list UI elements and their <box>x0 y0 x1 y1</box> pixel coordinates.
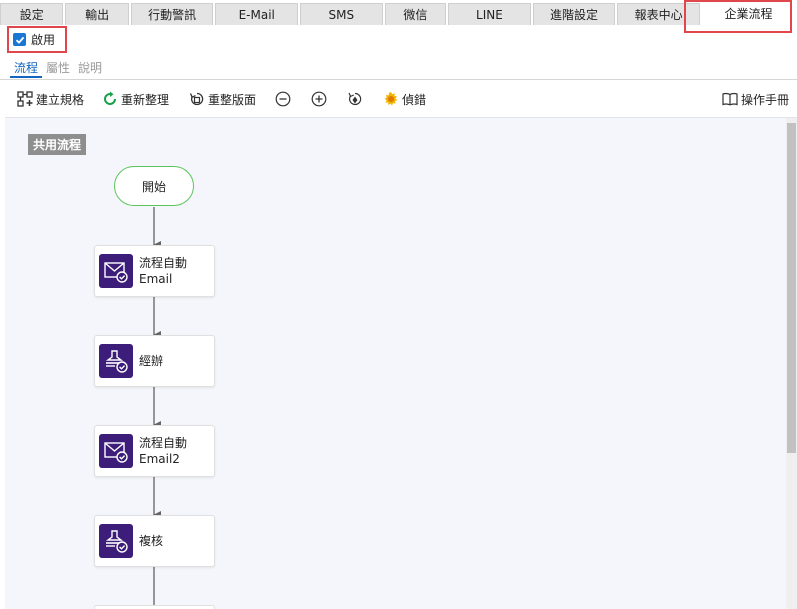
tab-wechat[interactable]: 微信 <box>384 3 447 25</box>
subtab-flow[interactable]: 流程 <box>10 58 43 78</box>
manual-label: 操作手冊 <box>740 92 789 107</box>
fit-view-button[interactable] <box>347 87 363 111</box>
swimlane-label: 共用流程 <box>28 134 87 155</box>
tab-sms[interactable]: SMS <box>300 3 383 25</box>
reorganize-label: 重新整理 <box>121 92 170 107</box>
bug-icon <box>384 92 398 106</box>
subtab-divider <box>0 79 797 80</box>
active-tab-highlight <box>684 0 792 33</box>
reset-layout-label: 重整版面 <box>208 92 257 107</box>
book-icon <box>722 92 738 106</box>
create-rule-label: 建立規格 <box>36 92 85 107</box>
layout-reset-icon <box>189 92 204 106</box>
node-title: 流程自動 <box>139 436 188 450</box>
top-tab-bar: 設定 輸出 行動警訊 E-Mail SMS 微信 LINE 進階設定 報表中心 … <box>0 0 797 26</box>
zoom-in-icon <box>311 91 327 107</box>
enable-checkbox[interactable] <box>13 33 26 46</box>
manual-button[interactable]: 操作手冊 <box>722 87 789 111</box>
node-title: 複核 <box>139 534 164 548</box>
subtab-description[interactable]: 說明 <box>74 58 106 78</box>
debug-label: 偵錯 <box>402 92 427 107</box>
fit-view-icon <box>348 92 362 106</box>
debug-button[interactable]: 偵錯 <box>383 87 426 111</box>
flow-canvas[interactable]: 共用流程 開始 流程自動 Email 經辦 流程自動 Email2 複核 <box>5 117 797 609</box>
node-title: 經辦 <box>139 354 164 368</box>
checkmark-icon <box>15 36 24 44</box>
flow-node-auto-email2[interactable]: 流程自動 Email2 <box>94 425 215 477</box>
tab-advanced[interactable]: 進階設定 <box>532 3 616 25</box>
stamp-check-icon <box>99 524 133 558</box>
tab-settings[interactable]: 設定 <box>0 3 64 25</box>
reorganize-button[interactable]: 重新整理 <box>102 87 169 111</box>
node-title: 流程自動 <box>139 256 188 270</box>
stamp-check-icon <box>99 344 133 378</box>
flow-node-partial[interactable] <box>94 605 215 609</box>
tab-output[interactable]: 輸出 <box>65 3 129 25</box>
subtab-properties[interactable]: 屬性 <box>42 58 74 78</box>
zoom-out-icon <box>275 91 291 107</box>
email-check-icon <box>99 254 133 288</box>
tab-mobile-alert[interactable]: 行動警訊 <box>130 3 214 25</box>
reset-layout-button[interactable]: 重整版面 <box>189 87 256 111</box>
email-check-icon <box>99 434 133 468</box>
tab-email[interactable]: E-Mail <box>215 3 299 25</box>
vertical-scrollbar[interactable] <box>786 118 797 609</box>
node-subtitle: Email2 <box>139 452 180 466</box>
zoom-out-button[interactable] <box>275 87 291 111</box>
flow-node-auto-email[interactable]: 流程自動 Email <box>94 245 215 297</box>
refresh-icon <box>104 91 117 105</box>
start-node-label: 開始 <box>141 179 166 194</box>
flow-toolbar: 建立規格 重新整理 重整版面 偵錯 操作手冊 <box>0 82 797 116</box>
zoom-in-button[interactable] <box>311 87 327 111</box>
node-subtitle: Email <box>139 272 173 286</box>
sub-tab-bar: 流程 屬性 說明 <box>0 58 106 80</box>
flow-node-review[interactable]: 複核 <box>94 515 215 567</box>
create-rule-button[interactable]: 建立規格 <box>17 87 84 111</box>
start-node[interactable]: 開始 <box>114 166 194 206</box>
enable-label: 啟用 <box>31 33 56 47</box>
enable-checkbox-row[interactable]: 啟用 <box>7 26 67 53</box>
tab-line[interactable]: LINE <box>448 3 531 25</box>
flow-add-icon <box>17 91 33 107</box>
scrollbar-thumb[interactable] <box>787 123 796 453</box>
flow-node-handler[interactable]: 經辦 <box>94 335 215 387</box>
